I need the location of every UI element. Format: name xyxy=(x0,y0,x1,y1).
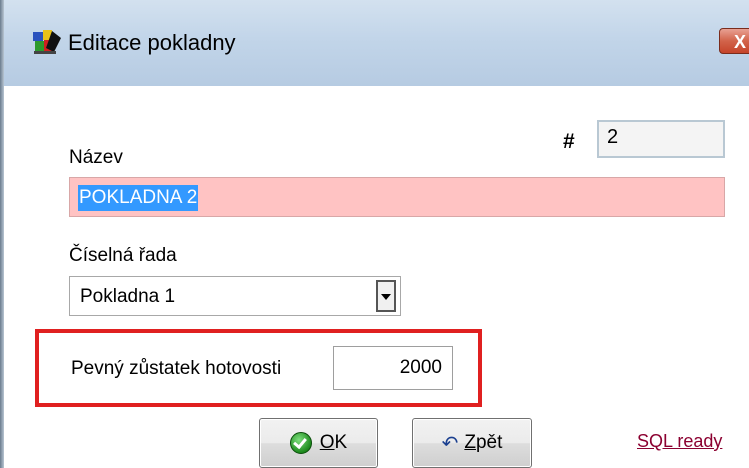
ok-label: K xyxy=(334,432,348,453)
back-mnemonic: Z xyxy=(464,432,476,453)
chevron-down-icon[interactable] xyxy=(376,280,396,312)
name-input-value: POKLADNA 2 xyxy=(78,185,199,211)
undo-icon: ↶ xyxy=(441,432,459,455)
ok-button[interactable]: OK xyxy=(259,418,378,468)
cash-balance-label: Pevný zůstatek hotovosti xyxy=(71,358,282,379)
series-select-value: Pokladna 1 xyxy=(80,286,176,307)
window-title: Editace pokladny xyxy=(68,30,236,55)
close-icon: X xyxy=(734,32,747,52)
name-label: Název xyxy=(69,147,123,168)
app-icon xyxy=(33,30,61,54)
name-input[interactable]: POKLADNA 2 xyxy=(69,177,725,217)
title-bar[interactable]: Editace pokladny X xyxy=(4,0,749,86)
sql-ready-link[interactable]: SQL ready xyxy=(637,431,722,452)
id-label: # xyxy=(563,130,575,153)
series-label: Číselná řada xyxy=(69,245,177,266)
check-icon xyxy=(289,432,312,454)
cash-balance-input[interactable]: 2000 xyxy=(333,346,453,390)
back-label: pět xyxy=(475,432,503,453)
ok-mnemonic: O xyxy=(319,432,335,453)
series-select[interactable]: Pokladna 1 xyxy=(69,276,401,316)
close-button[interactable]: X xyxy=(719,28,749,54)
id-field: 2 xyxy=(597,120,725,158)
back-button[interactable]: ↶ Zpět xyxy=(412,418,532,468)
